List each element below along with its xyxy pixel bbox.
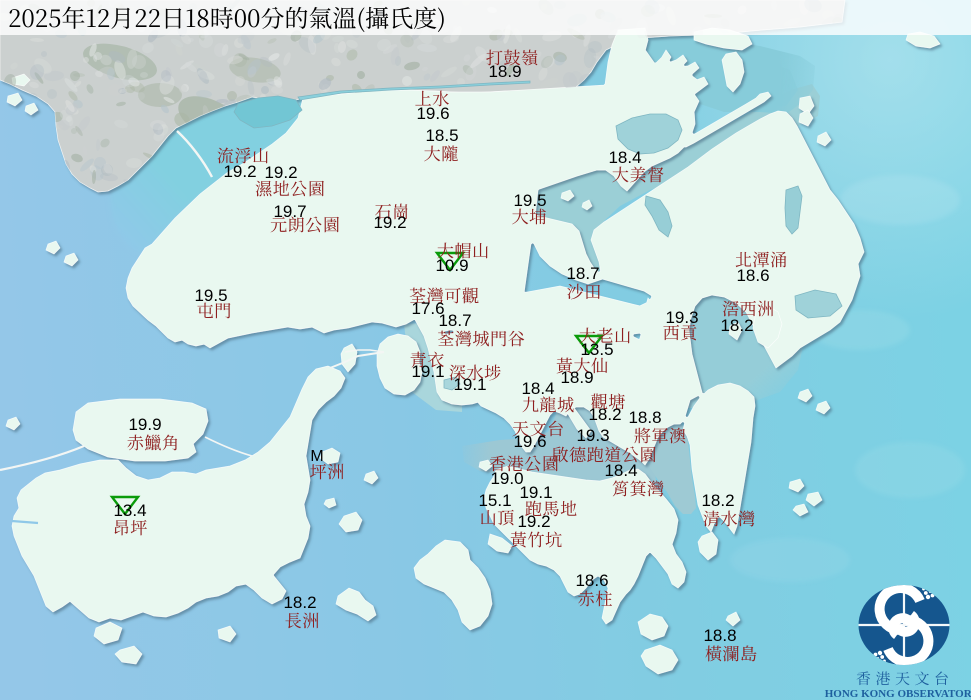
svg-text:HONG KONG OBSERVATORY: HONG KONG OBSERVATORY xyxy=(825,688,971,700)
svg-text:18.7: 18.7 xyxy=(438,311,471,330)
svg-text:19.7: 19.7 xyxy=(273,202,306,221)
svg-text:19.2: 19.2 xyxy=(517,512,550,531)
svg-text:18.4: 18.4 xyxy=(604,461,637,480)
svg-text:19.6: 19.6 xyxy=(416,104,449,123)
svg-text:13.5: 13.5 xyxy=(580,340,613,359)
svg-text:18.2: 18.2 xyxy=(283,593,316,612)
svg-text:18.2: 18.2 xyxy=(701,491,734,510)
svg-text:18.6: 18.6 xyxy=(736,266,769,285)
svg-text:M: M xyxy=(310,448,323,465)
svg-text:18.9: 18.9 xyxy=(488,62,521,81)
svg-text:19.1: 19.1 xyxy=(519,483,552,502)
svg-text:19.2: 19.2 xyxy=(373,213,406,232)
svg-text:10.9: 10.9 xyxy=(435,256,468,275)
svg-text:19.1: 19.1 xyxy=(453,375,486,394)
svg-text:19.3: 19.3 xyxy=(576,426,609,445)
svg-text:18.4: 18.4 xyxy=(521,379,554,398)
svg-text:19.3: 19.3 xyxy=(665,308,698,327)
svg-text:18.9: 18.9 xyxy=(560,368,593,387)
svg-text:18.8: 18.8 xyxy=(628,408,661,427)
svg-text:18.4: 18.4 xyxy=(608,148,641,167)
svg-text:18.7: 18.7 xyxy=(566,264,599,283)
svg-text:19.6: 19.6 xyxy=(513,432,546,451)
svg-text:18.8: 18.8 xyxy=(703,626,736,645)
svg-text:18.6: 18.6 xyxy=(575,571,608,590)
svg-text:13.4: 13.4 xyxy=(113,501,146,520)
svg-text:19.2: 19.2 xyxy=(264,163,297,182)
svg-text:19.1: 19.1 xyxy=(411,362,444,381)
svg-text:15.1: 15.1 xyxy=(478,491,511,510)
svg-text:18.5: 18.5 xyxy=(425,126,458,145)
svg-text:19.5: 19.5 xyxy=(194,286,227,305)
svg-text:18.2: 18.2 xyxy=(720,316,753,335)
svg-text:19.5: 19.5 xyxy=(513,191,546,210)
svg-text:18.2: 18.2 xyxy=(588,405,621,424)
svg-text:19.2: 19.2 xyxy=(223,162,256,181)
svg-text:19.9: 19.9 xyxy=(128,415,161,434)
